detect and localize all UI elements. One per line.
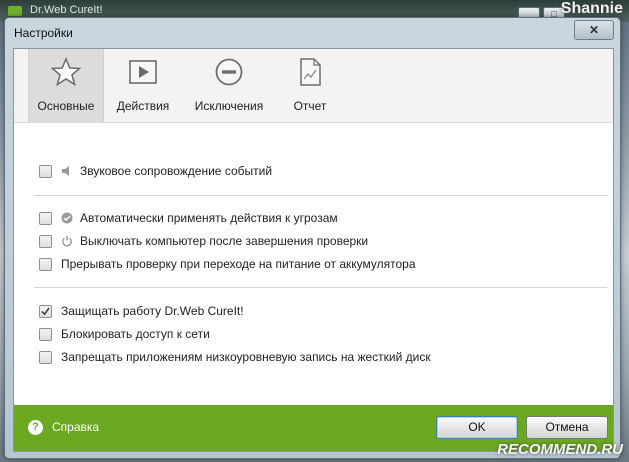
dialog-title: Настройки: [14, 26, 73, 40]
watermark-author: Shannie: [560, 0, 623, 17]
checkbox-sound[interactable]: [39, 164, 52, 178]
checkbox-block-network[interactable]: [39, 327, 52, 341]
tab-general-label: Основные: [37, 99, 95, 113]
tab-exclusions[interactable]: Исключения: [186, 49, 272, 123]
cancel-button[interactable]: Отмена: [526, 416, 608, 439]
tab-report-label: Отчет: [293, 99, 327, 113]
play-icon: [128, 57, 158, 87]
separator: [34, 195, 607, 196]
tab-actions-label: Действия: [116, 99, 170, 113]
option-auto-actions[interactable]: Автоматически применять действия к угроз…: [39, 209, 338, 227]
help-icon[interactable]: ?: [28, 420, 43, 435]
background-window-title: Dr.Web CureIt!: [30, 4, 103, 16]
checkbox-shutdown[interactable]: [39, 234, 52, 248]
option-block-network-label: Блокировать доступ к сети: [61, 327, 210, 341]
close-button[interactable]: ✕: [574, 20, 614, 40]
power-icon: [61, 235, 73, 247]
tab-general[interactable]: Основные: [28, 49, 104, 123]
help-link[interactable]: Справка: [52, 420, 99, 434]
tab-actions[interactable]: Действия: [105, 49, 181, 123]
checkbox-auto-actions[interactable]: [39, 211, 52, 225]
dialog-content: Основные Действия Исключения Отчет Звуко…: [13, 48, 614, 452]
checkbox-block-disk-write[interactable]: [39, 350, 52, 364]
option-block-network[interactable]: Блокировать доступ к сети: [39, 325, 210, 343]
speaker-icon: [61, 165, 73, 177]
option-auto-actions-label: Автоматически применять действия к угроз…: [80, 211, 338, 225]
watermark-site: RECOMMEND.RU: [497, 441, 623, 458]
check-circle-icon: [61, 212, 73, 224]
close-icon: ✕: [588, 23, 600, 37]
option-block-disk-write-label: Запрещать приложениям низкоуровневую зап…: [61, 350, 431, 364]
tab-strip: Основные Действия Исключения Отчет: [14, 49, 613, 123]
report-document-icon: [295, 57, 325, 87]
option-sound-label: Звуковое сопровождение событий: [80, 164, 273, 178]
dialog-titlebar[interactable]: Настройки ✕: [5, 18, 620, 48]
checkbox-battery-interrupt[interactable]: [39, 257, 52, 271]
option-shutdown[interactable]: Выключать компьютер после завершения про…: [39, 232, 368, 250]
tab-report[interactable]: Отчет: [272, 49, 348, 123]
star-icon: [50, 56, 82, 87]
option-battery-interrupt[interactable]: Прерывать проверку при переходе на питан…: [39, 255, 416, 273]
ok-button[interactable]: OK: [436, 416, 518, 439]
option-self-protection[interactable]: Защищать работу Dr.Web CureIt!: [39, 302, 244, 320]
option-self-protection-label: Защищать работу Dr.Web CureIt!: [61, 304, 244, 318]
minus-circle-icon: [214, 57, 244, 87]
option-block-disk-write[interactable]: Запрещать приложениям низкоуровневую зап…: [39, 348, 431, 366]
checkbox-self-protection[interactable]: [39, 304, 52, 318]
option-battery-interrupt-label: Прерывать проверку при переходе на питан…: [61, 257, 416, 271]
separator: [34, 287, 607, 288]
app-logo-icon: [8, 6, 22, 16]
option-shutdown-label: Выключать компьютер после завершения про…: [80, 234, 369, 248]
option-sound[interactable]: Звуковое сопровождение событий: [39, 162, 272, 180]
settings-dialog: Настройки ✕ Основные Действия Исключения…: [4, 17, 621, 459]
tab-exclusions-label: Исключения: [194, 99, 264, 113]
